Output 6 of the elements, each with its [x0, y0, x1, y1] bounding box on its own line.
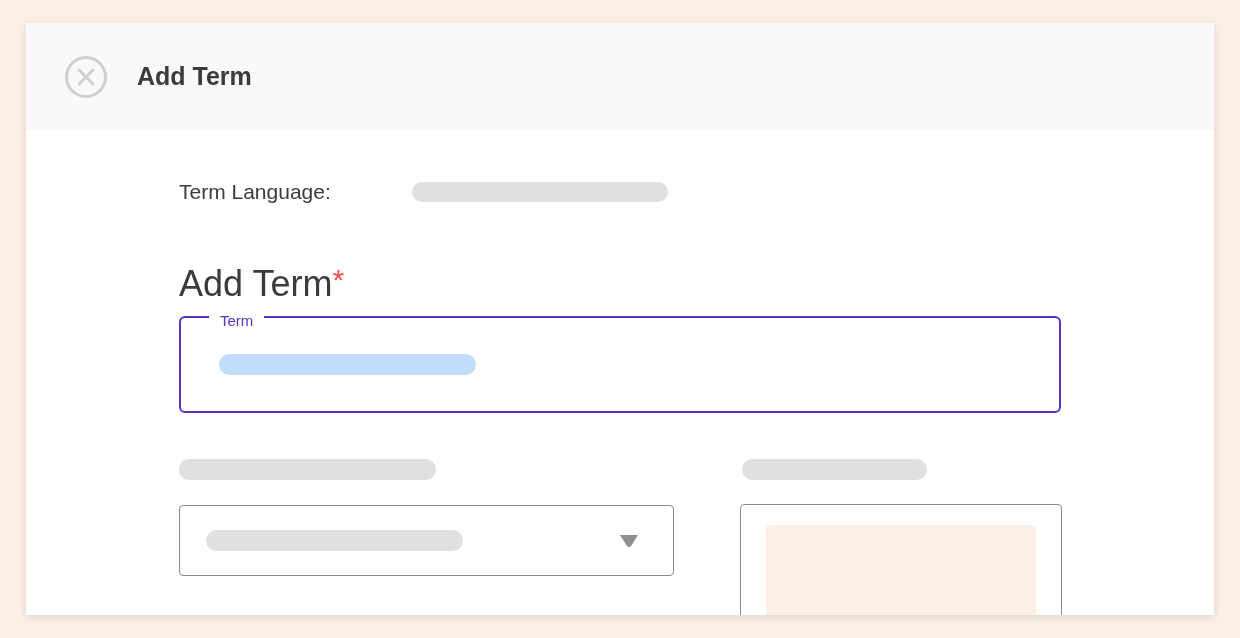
dropdown-caret-icon — [619, 533, 639, 548]
required-mark: * — [332, 262, 345, 298]
dialog-title: Add Term — [137, 60, 252, 92]
section-heading: Add Term — [179, 262, 333, 306]
field-label: Term Language: — [179, 179, 332, 206]
dropdown-field[interactable] — [179, 505, 674, 576]
